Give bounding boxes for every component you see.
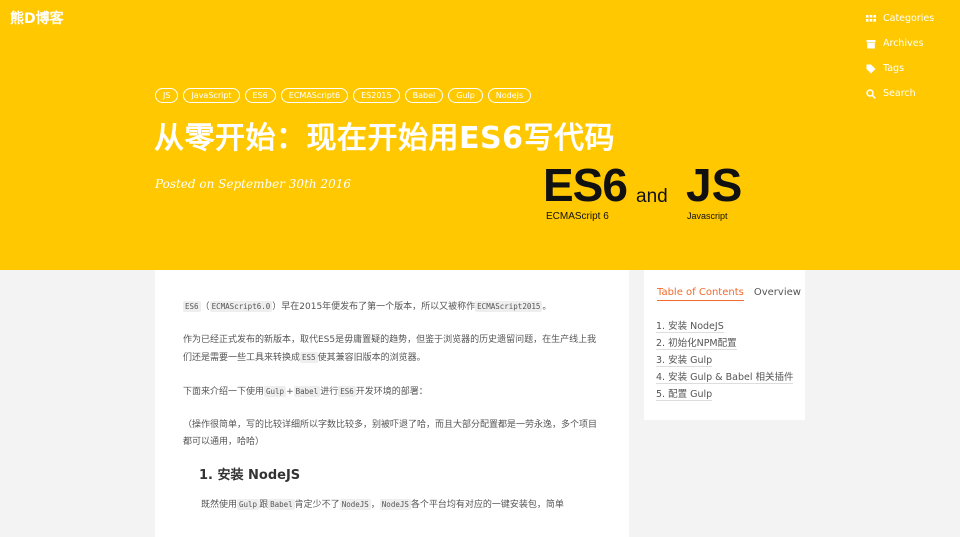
tag-es2015[interactable]: ES2015 bbox=[353, 88, 400, 103]
inline-code: ECMAScript6.0 bbox=[209, 301, 273, 312]
nav-archives[interactable]: Archives bbox=[866, 31, 946, 56]
inline-code: ES5 bbox=[300, 352, 318, 363]
paragraph: 作为已经正式发布的新版本，取代ES5是毋庸置疑的趋势，但鉴于浏览器的历史遗留问题… bbox=[183, 335, 597, 363]
post-tags: JS JavaScript ES6 ECMAScript6 ES2015 Bab… bbox=[155, 88, 532, 103]
tag-babel[interactable]: Babel bbox=[404, 88, 444, 103]
paragraph: （操作很简单，写的比较详细所以字数比较多，别被吓退了哈，而且大部分配置都是一劳永… bbox=[183, 420, 598, 447]
hero-logo: ES6 and JS ECMAScript 6 Javascript bbox=[540, 160, 750, 230]
logo-javascript: Javascript bbox=[687, 211, 728, 221]
inline-code: NodeJS bbox=[379, 499, 411, 510]
logo-es6: ES6 bbox=[543, 159, 628, 211]
inline-code: ECMAScript2015 bbox=[475, 301, 543, 312]
nav-label: Search bbox=[883, 88, 916, 99]
tab-table-of-contents[interactable]: Table of Contents bbox=[657, 287, 744, 301]
inline-code: ES6 bbox=[183, 301, 201, 312]
paragraph: 既然使用 Gulp 跟 Babel 肯定少不了 NodeJS， NodeJS 各个平台均有对应… bbox=[201, 499, 564, 510]
toc-item[interactable]: 1. 安装 NodeJS bbox=[656, 318, 793, 335]
post-date: Posted on September 30th 2016 bbox=[155, 177, 351, 191]
site-header: 熊D博客 Categories Archives Tags Search JS … bbox=[0, 0, 960, 270]
grid-icon bbox=[866, 14, 876, 22]
inline-code: ES6 bbox=[338, 386, 356, 397]
paragraph: 下面来介绍一下使用 Gulp + Babel 进行 ES6 开发环境的部署： bbox=[183, 386, 428, 397]
site-brand[interactable]: 熊D博客 bbox=[10, 8, 64, 28]
inline-code: Gulp bbox=[264, 386, 287, 397]
nav-label: Archives bbox=[883, 38, 924, 49]
inline-code: Babel bbox=[293, 386, 321, 397]
tag-icon bbox=[866, 64, 876, 73]
paragraph: ES6 （ECMAScript6.0 ）早在2015年便发布了第一个版本，所以又被称… bbox=[183, 301, 552, 312]
logo-ecma: ECMAScript 6 bbox=[546, 211, 609, 222]
search-icon bbox=[866, 88, 876, 99]
inline-code: Babel bbox=[268, 499, 295, 510]
logo-and: and bbox=[636, 186, 668, 207]
section-heading: 1. 安装 NodeJS bbox=[199, 468, 301, 483]
archive-icon bbox=[866, 39, 876, 48]
toc-tabs: Table of Contents Overview bbox=[657, 287, 801, 301]
post-title: 从零开始：现在开始用ES6写代码 bbox=[154, 121, 615, 156]
article-body: ES6 （ECMAScript6.0 ）早在2015年便发布了第一个版本，所以又被称… bbox=[155, 270, 629, 537]
tag-es6[interactable]: ES6 bbox=[244, 88, 276, 103]
tag-js[interactable]: JS bbox=[155, 88, 179, 103]
tag-nodejs[interactable]: NodeJs bbox=[487, 88, 532, 103]
nav-label: Categories bbox=[883, 13, 935, 24]
nav-tags[interactable]: Tags bbox=[866, 56, 946, 81]
nav-search[interactable]: Search bbox=[866, 81, 946, 106]
toc-item[interactable]: 4. 安装 Gulp & Babel 相关插件 bbox=[656, 369, 794, 386]
toc-item[interactable]: 2. 初始化NPM配置 bbox=[656, 335, 793, 352]
tag-javascript[interactable]: JavaScript bbox=[183, 88, 240, 103]
toc-list: 1. 安装 NodeJS 2. 初始化NPM配置 3. 安装 Gulp 4. 安… bbox=[656, 318, 794, 403]
tab-overview[interactable]: Overview bbox=[754, 287, 801, 301]
logo-js: JS bbox=[686, 159, 743, 211]
toc-item[interactable]: 3. 安装 Gulp bbox=[656, 352, 793, 369]
inline-code: NodeJS bbox=[339, 499, 371, 510]
nav-categories[interactable]: Categories bbox=[866, 6, 946, 31]
toc-item[interactable]: 5. 配置 Gulp bbox=[656, 386, 793, 403]
site-nav: Categories Archives Tags Search bbox=[866, 6, 946, 106]
tag-ecmascript6[interactable]: ECMAScript6 bbox=[280, 88, 349, 103]
toc-sidebar: Table of Contents Overview 1. 安装 NodeJS … bbox=[644, 270, 805, 420]
inline-code: Gulp bbox=[237, 499, 260, 510]
nav-label: Tags bbox=[883, 63, 905, 74]
tag-gulp[interactable]: Gulp bbox=[448, 88, 483, 103]
